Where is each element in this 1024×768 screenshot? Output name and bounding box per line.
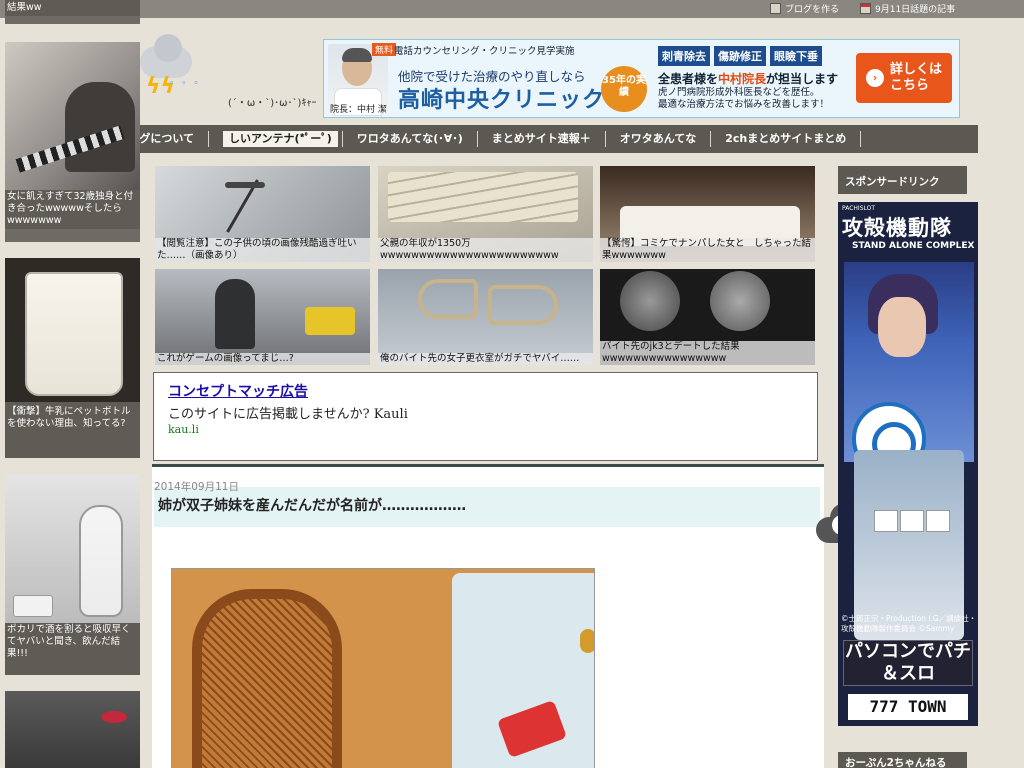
thumb-card-4[interactable]: これがゲームの画像ってまじ…?: [155, 269, 370, 365]
article-image: [171, 568, 595, 768]
ad-copyright: ©士郎正宗・Production I.G／講談社・攻殻機動隊製作委員会 ©Sam…: [841, 614, 977, 633]
nav-item-shii-antenna[interactable]: しいアンテナ(*ﾟーﾟ): [223, 131, 338, 147]
banner-director: 院長：中村 潔: [330, 105, 387, 115]
banner-tag: 傷跡修正: [714, 46, 766, 66]
left-card-1[interactable]: 女に飢えすぎて32歳独身と付き合ったwwwwwそしたらwwwwwww: [5, 42, 140, 242]
banner-details-label: 詳しくはこちら: [890, 62, 943, 93]
thumb-caption: バイト先のjk3とデートした結果wwwwwwwwwwwwwwww: [600, 341, 815, 365]
thumb-caption: 父親の年収が1350万wwwwwwwwwwwwwwwwwwwwwww: [378, 238, 593, 262]
left-card-4[interactable]: [5, 691, 140, 768]
left-card-3-image: [5, 475, 140, 623]
nav-item-matome-sokuho[interactable]: まとめサイト速報＋: [478, 131, 606, 147]
sponsor-header: スポンサードリンク: [838, 166, 973, 194]
ad-description: このサイトに広告掲載しませんか? Kauli: [168, 407, 408, 422]
left-card-2-caption: 【衝撃】牛乳にペットボトルを使わない理由、知ってる?: [5, 402, 140, 458]
open2ch-header: おーぷん2ちゃんねる: [838, 752, 973, 768]
ad-brand: PACHISLOT: [842, 205, 876, 212]
left-card-top[interactable]: 結果ww: [5, 0, 140, 24]
banner-tag: 刺青除去: [658, 46, 710, 66]
thumb-caption: 俺のバイト先の女子更衣室がガチでヤバイ‥‥‥: [378, 353, 593, 365]
banner-tag: 眼瞼下垂: [770, 46, 822, 66]
thumb-card-5[interactable]: 俺のバイト先の女子更衣室がガチでヤバイ‥‥‥: [378, 269, 593, 365]
left-card-1-caption: 女に飢えすぎて32歳独身と付き合ったwwwwwそしたらwwwwwww: [5, 190, 140, 229]
concept-match-ad[interactable]: コンセプトマッチ広告 このサイトに広告掲載しませんか? Kauli kau.li: [153, 372, 818, 461]
left-card-1-image: [5, 42, 140, 190]
left-card-4-image: [5, 691, 140, 768]
thumb-card-3[interactable]: 【驚愕】コミケでナンパした女と しちゃった結果wwwwwww: [600, 166, 815, 262]
clinic-banner-ad[interactable]: 院長：中村 潔 無料 電話カウンセリング・クリニック見学実施 他院で受けた治療の…: [323, 39, 960, 118]
thumb-caption: これがゲームの画像ってまじ…?: [155, 353, 370, 365]
banner-clinic-name: 高崎中央クリニック: [398, 87, 606, 113]
banner-tags: 刺青除去 傷跡修正 眼瞼下垂: [658, 46, 822, 66]
ad-subtitle: STAND ALONE COMPLEX: [852, 241, 975, 251]
thumb-card-1[interactable]: 【閲覧注意】この子供の頃の画像残酷過ぎ吐いた‥‥‥（画像あり）: [155, 166, 370, 262]
ad-title-link[interactable]: コンセプトマッチ広告: [168, 381, 308, 401]
left-card-2-image: [5, 258, 140, 402]
pencil-icon: [770, 3, 781, 14]
article-date: 2014年09月11日: [154, 481, 239, 493]
banner-line3a: 虎ノ門病院形成外科医長などを歴任。: [658, 87, 820, 98]
chevron-right-icon: ›: [866, 69, 884, 87]
banner-line3b: 最適な治療方法でお悩みを改善します！: [658, 99, 830, 110]
calendar-icon: [860, 3, 871, 14]
nav-item-2ch-matome[interactable]: 2chまとめサイトまとめ: [711, 131, 862, 147]
header-kaomoji: (´・ω・`)･ω･`)ｷｬｰ: [228, 98, 317, 109]
ad-url[interactable]: kau.li: [168, 423, 199, 436]
calendar-link[interactable]: 9月11日話題の記事: [860, 2, 955, 15]
left-card-3[interactable]: ポカリで酒を割ると吸収早くてヤバいと聞き、飲んだ結果!!!: [5, 475, 140, 675]
top-bar: ブログを作る 9月11日話題の記事: [0, 0, 1024, 18]
rain-icon: ﾟ ﾟ ﾟ: [170, 81, 204, 97]
nav-item-about[interactable]: ブログについて: [140, 131, 209, 147]
article-title[interactable]: 姉が双子姉妹を産んだんだが名前が‥‥‥‥‥‥‥‥‥: [158, 495, 466, 515]
main-nav: ブログについて しいアンテナ(*ﾟーﾟ) ワロタあんてな(･∀･) まとめサイト…: [140, 125, 978, 153]
nav-item-owata-antenna[interactable]: オワタあんてな: [606, 131, 712, 147]
banner-line2-pre: 全患者様を: [658, 72, 719, 86]
banner-details-button[interactable]: › 詳しくはこちら: [856, 53, 952, 103]
pachislot-ad[interactable]: PACHISLOT 攻殻機動隊 STAND ALONE COMPLEX ©士郎正…: [838, 202, 978, 726]
article: 2014年09月11日 姉が双子姉妹を産んだんだが名前が‥‥‥‥‥‥‥‥‥: [152, 464, 824, 768]
left-card-2[interactable]: 【衝撃】牛乳にペットボトルを使わない理由、知ってる?: [5, 258, 140, 458]
banner-line2-post: が担当します: [766, 72, 839, 86]
banner-top-text: 電話カウンセリング・クリニック見学実施: [394, 46, 575, 57]
ad-pc-text: パソコンでパチ＆スロ: [843, 640, 973, 686]
left-card-top-caption: 結果ww: [5, 0, 140, 16]
banner-free-badge: 無料: [372, 43, 397, 56]
banner-line3: 虎ノ門病院形成外科医長などを歴任。 最適な治療方法でお悩みを改善します！: [658, 87, 829, 111]
banner-line2-highlight: 中村院長: [718, 72, 767, 86]
banner-line2: 全患者様を中村院長が担当します: [658, 70, 838, 87]
thumb-caption: 【驚愕】コミケでナンパした女と しちゃった結果wwwwwww: [600, 238, 815, 262]
calendar-label: 9月11日話題の記事: [875, 5, 956, 15]
ad-main-title: 攻殻機動隊: [842, 215, 952, 240]
banner-years-badge: 35年の実績: [601, 66, 647, 112]
thumb-card-2[interactable]: 父親の年収が1350万wwwwwwwwwwwwwwwwwwwwwww: [378, 166, 593, 262]
ad-slot-machine: [854, 450, 964, 640]
thumb-card-6[interactable]: バイト先のjk3とデートした結果wwwwwwwwwwwwwwww: [600, 269, 815, 365]
ad-777town-logo: 777 TOWN: [848, 694, 968, 720]
left-card-3-caption: ポカリで酒を割ると吸収早くてヤバいと聞き、飲んだ結果!!!: [5, 623, 140, 675]
thumb-caption: 【閲覧注意】この子供の頃の画像残酷過ぎ吐いた‥‥‥（画像あり）: [155, 238, 370, 262]
nav-item-warota-antenna[interactable]: ワロタあんてな(･∀･): [341, 131, 478, 147]
create-blog-label: ブログを作る: [785, 5, 840, 15]
create-blog-link[interactable]: ブログを作る: [770, 2, 839, 15]
